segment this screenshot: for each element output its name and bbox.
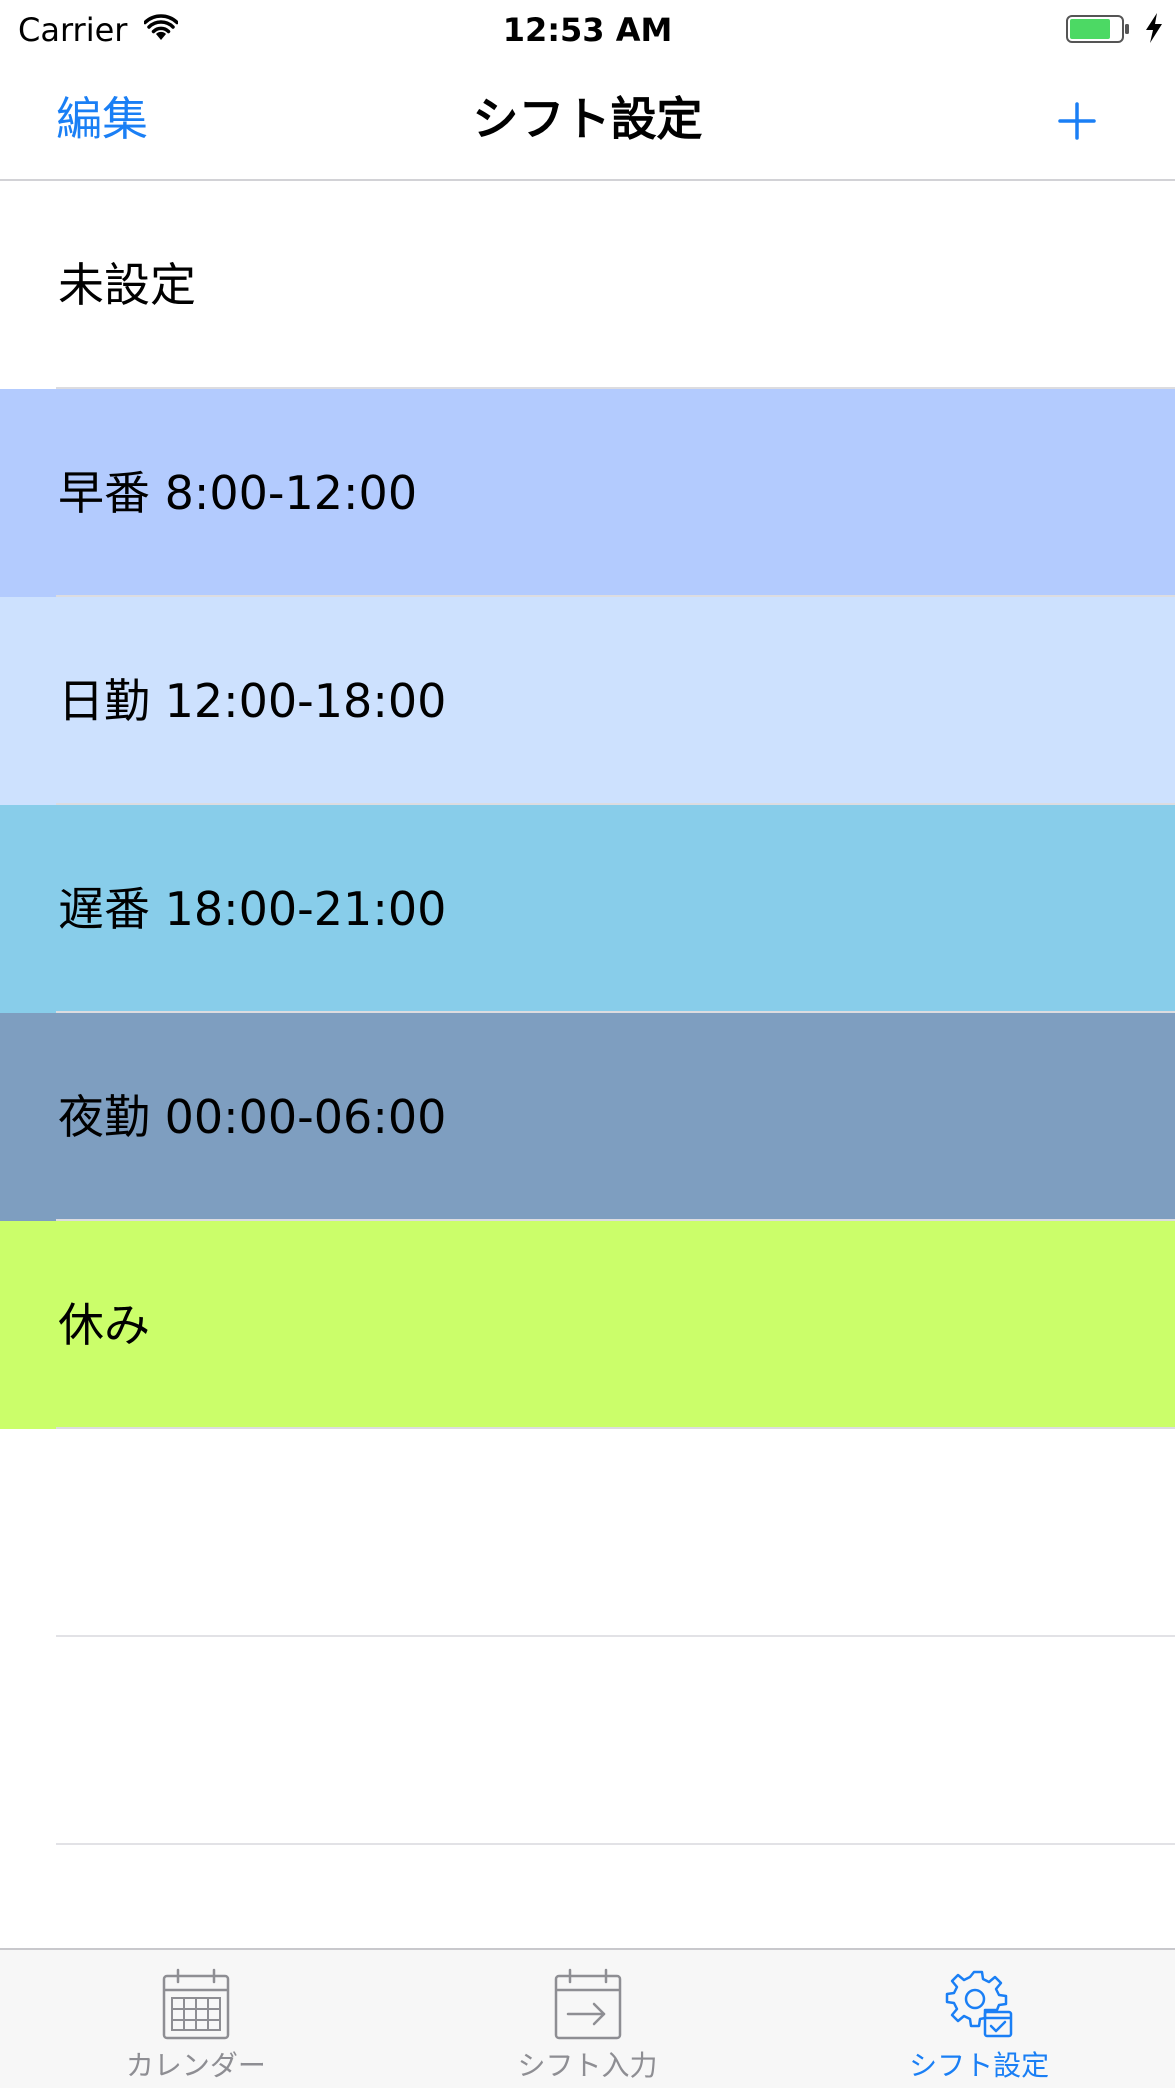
shift-label: 未設定 [58, 258, 196, 312]
shift-row-unset[interactable]: 未設定 [0, 181, 1175, 389]
status-time: 12:53 AM [502, 11, 673, 49]
empty-row [0, 1637, 1175, 1845]
shift-row-late[interactable]: 遅番 18:00-21:00 [0, 805, 1175, 1013]
plus-icon [1058, 102, 1096, 140]
gear-settings-icon [945, 1970, 1013, 2038]
empty-row [0, 1429, 1175, 1637]
shift-label: 早番 8:00-12:00 [58, 466, 418, 520]
tab-shift-input[interactable]: シフト入力 [392, 1950, 784, 2088]
shift-label: 夜勤 00:00-06:00 [58, 1090, 447, 1144]
shift-label: 休み [58, 1298, 150, 1352]
row-separator [56, 1843, 1175, 1845]
tab-calendar[interactable]: カレンダー [0, 1950, 392, 2088]
shift-row-night[interactable]: 夜勤 00:00-06:00 [0, 1013, 1175, 1221]
shift-list: 未設定 早番 8:00-12:00 日勤 12:00-18:00 遅番 18:0… [0, 181, 1175, 1845]
page-title: シフト設定 [472, 92, 703, 146]
calendar-input-icon [554, 1968, 621, 2040]
shift-label: 日勤 12:00-18:00 [58, 674, 447, 728]
screen: Carrier 12:53 AM 編集 シフト設定 未設定 早番 8:00-12… [0, 0, 1175, 2088]
tab-bar: カレンダー シフト入力 シフト設定 [0, 1948, 1175, 2088]
add-button[interactable] [1050, 94, 1104, 148]
tab-label: カレンダー [125, 2049, 266, 2082]
tab-label: シフト設定 [909, 2049, 1050, 2082]
shift-row-early[interactable]: 早番 8:00-12:00 [0, 389, 1175, 597]
shift-row-off[interactable]: 休み [0, 1221, 1175, 1429]
charging-bolt-icon [1146, 13, 1162, 43]
status-bar: Carrier 12:53 AM [0, 0, 1175, 60]
tab-shift-settings[interactable]: シフト設定 [783, 1950, 1175, 2088]
calendar-icon [162, 1968, 230, 2040]
shift-row-day[interactable]: 日勤 12:00-18:00 [0, 597, 1175, 805]
tab-label: シフト入力 [517, 2049, 658, 2082]
shift-label: 遅番 18:00-21:00 [58, 882, 447, 936]
battery-icon [1066, 15, 1129, 43]
navigation-bar: 編集 シフト設定 [0, 60, 1175, 181]
